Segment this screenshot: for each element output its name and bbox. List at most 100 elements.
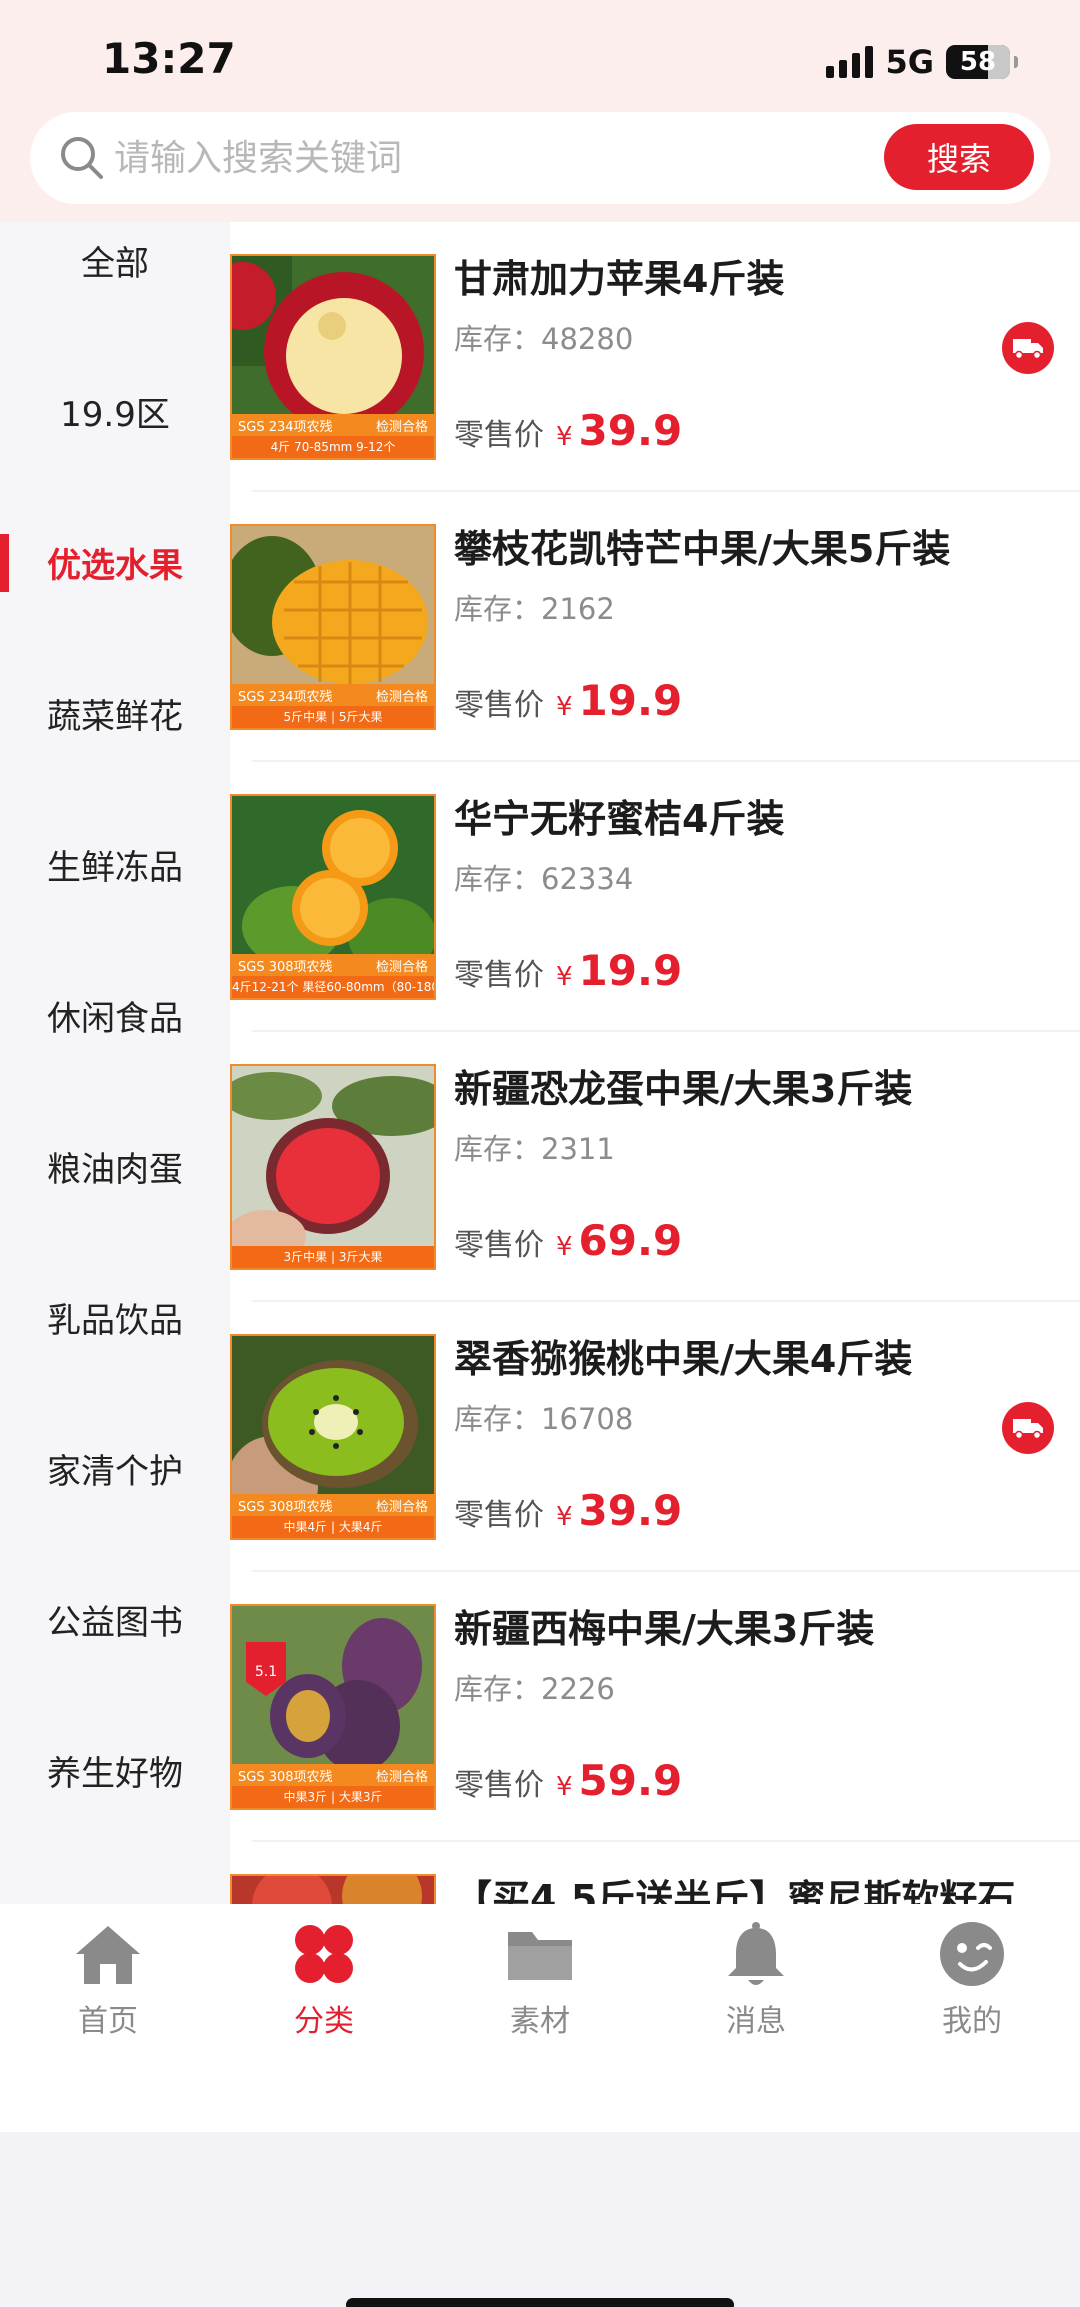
product-title: 新疆恐龙蛋中果/大果3斤装 [454, 1067, 913, 1111]
tab-profile[interactable]: 我的 [864, 1904, 1080, 2064]
price-row: 零售价 ¥ 59.9 [454, 1756, 682, 1805]
price-label: 零售价 [454, 688, 544, 723]
battery-level: 58 [959, 47, 997, 77]
sidebar-item-label: 全部 [81, 243, 149, 284]
product-title: 华宁无籽蜜桔4斤装 [454, 797, 785, 841]
sidebar-item-label: 优选水果 [47, 545, 183, 586]
sidebar-item-fruit[interactable]: 优选水果 [0, 522, 230, 602]
product-card[interactable]: 【买4.5斤送半斤】蜜尼斯软籽石 [230, 1842, 1080, 1904]
tab-label: 消息 [726, 2004, 786, 2039]
promo-tag: 5.1 [255, 1664, 277, 1680]
currency-symbol: ¥ [556, 1232, 573, 1262]
sidebar-item-grain-oil[interactable]: 粮油肉蛋 [0, 1126, 230, 1206]
sidebar-item-household[interactable]: 家清个护 [0, 1428, 230, 1508]
price-row: 零售价 ¥ 39.9 [454, 1486, 682, 1535]
image-caption: 中果3斤 | 大果3斤 [232, 1786, 434, 1808]
price-label: 零售价 [454, 1768, 544, 1803]
search-button[interactable]: 搜索 [884, 124, 1034, 190]
sidebar-item-all[interactable]: 全部 [0, 220, 230, 300]
category-icon [295, 1925, 353, 1983]
price-row: 零售价 ¥ 19.9 [454, 676, 682, 725]
sidebar-item-dairy-drinks[interactable]: 乳品饮品 [0, 1277, 230, 1357]
sidebar-item-label: 养生好物 [47, 1753, 183, 1794]
sidebar-item-label: 生鲜冻品 [47, 847, 183, 888]
product-card[interactable]: 3斤中果 | 3斤大果 新疆恐龙蛋中果/大果3斤装 库存：2311 零售价 ¥ … [230, 1032, 1080, 1302]
tab-materials[interactable]: 素材 [432, 1904, 648, 2064]
sidebar-item-label: 蔬菜鲜花 [47, 696, 183, 737]
product-card[interactable]: SGS 234项农残 检测合格 5斤中果 | 5斤大果 攀枝花凯特芒中果/大果5斤… [230, 492, 1080, 762]
image-caption: 3斤中果 | 3斤大果 [232, 1246, 434, 1268]
product-card[interactable]: SGS 308项农残 检测合格 中果4斤 | 大果4斤 翠香猕猴桃中果/大果4斤装… [230, 1302, 1080, 1572]
network-label: 5G [885, 43, 934, 81]
sidebar-item-books[interactable]: 公益图书 [0, 1579, 230, 1659]
product-price: 39.9 [578, 1486, 683, 1535]
product-title: 翠香猕猴桃中果/大果4斤装 [454, 1337, 913, 1381]
signal-icon [826, 46, 874, 78]
sidebar-item-vegetables[interactable]: 蔬菜鲜花 [0, 673, 230, 753]
delivery-truck-icon[interactable] [1002, 322, 1054, 374]
price-label: 零售价 [454, 418, 544, 453]
product-image: SGS 234项农残 检测合格 5斤中果 | 5斤大果 [230, 524, 436, 730]
folder-icon [508, 1932, 572, 1980]
price-row: 零售价 ¥ 39.9 [454, 406, 682, 455]
bottom-safe-area [0, 2132, 1080, 2307]
category-sidebar: 全部 19.9区 优选水果 蔬菜鲜花 生鲜冻品 休闲食品 粮油肉蛋 乳品饮品 家… [0, 222, 230, 1904]
product-title: 攀枝花凯特芒中果/大果5斤装 [454, 527, 951, 571]
delivery-truck-icon[interactable] [1002, 1402, 1054, 1454]
currency-symbol: ¥ [556, 1772, 573, 1802]
sidebar-item-label: 家清个护 [47, 1451, 183, 1492]
price-label: 零售价 [454, 1498, 544, 1533]
tab-label: 素材 [510, 2004, 570, 2039]
inspection-badge: SGS 234项农残 检测合格 [232, 414, 434, 436]
image-caption: 4斤 70-85mm 9-12个 [232, 436, 434, 458]
price-row: 零售价 ¥ 69.9 [454, 1216, 682, 1265]
battery-icon: 58 [946, 45, 1018, 79]
product-stock: 库存：16708 [454, 1402, 634, 1436]
product-price: 19.9 [578, 676, 683, 725]
sidebar-item-wellness[interactable]: 养生好物 [0, 1730, 230, 1810]
tab-home[interactable]: 首页 [0, 1904, 216, 2064]
inspection-badge: SGS 308项农残 检测合格 [232, 1494, 434, 1516]
product-price: 19.9 [578, 946, 683, 995]
product-stock: 库存：2311 [454, 1132, 615, 1166]
currency-symbol: ¥ [556, 692, 573, 722]
price-label: 零售价 [454, 958, 544, 993]
currency-symbol: ¥ [556, 422, 573, 452]
product-image: SGS 308项农残检测合格 4斤12-21个 果径60-80mm（80-180… [230, 794, 436, 1000]
image-caption: 5斤中果 | 5斤大果 [232, 706, 434, 728]
inspection-badge: SGS 308项农残 检测合格 [232, 954, 434, 976]
product-stock: 库存：62334 [454, 862, 634, 896]
bottom-tab-bar: 首页 分类 素材 消息 我的 [0, 1904, 1080, 2132]
product-price: 39.9 [578, 406, 683, 455]
product-title: 甘肃加力苹果4斤装 [454, 257, 785, 301]
product-price: 59.9 [578, 1756, 683, 1805]
product-title: 新疆西梅中果/大果3斤装 [454, 1607, 875, 1651]
sidebar-item-19-9[interactable]: 19.9区 [0, 371, 230, 451]
sidebar-item-fresh-frozen[interactable]: 生鲜冻品 [0, 824, 230, 904]
tab-messages[interactable]: 消息 [648, 1904, 864, 2064]
product-stock: 库存：2162 [454, 592, 615, 626]
product-card[interactable]: SGS 308项农残检测合格 4斤12-21个 果径60-80mm（80-180… [230, 762, 1080, 1032]
sidebar-item-label: 粮油肉蛋 [47, 1149, 183, 1190]
product-card[interactable]: SGS 234项农残 检测合格 4斤 70-85mm 9-12个 甘肃加力苹果4斤… [230, 222, 1080, 492]
search-bar[interactable]: 搜索 [30, 112, 1050, 204]
tab-category[interactable]: 分类 [216, 1904, 432, 2064]
image-caption: 中果4斤 | 大果4斤 [232, 1516, 434, 1538]
price-row: 零售价 ¥ 19.9 [454, 946, 682, 995]
tab-label: 首页 [78, 2004, 138, 2039]
tab-label: 我的 [942, 2004, 1002, 2039]
profile-icon [940, 1922, 1004, 1986]
home-indicator[interactable] [346, 2298, 734, 2307]
sidebar-item-label: 乳品饮品 [47, 1300, 183, 1341]
product-card[interactable]: 5.1 SGS 308项农残 检测合格 中果3斤 | 大果3斤 新疆西梅中果/大果… [230, 1572, 1080, 1842]
status-indicators: 5G 58 [826, 40, 1018, 84]
status-time: 13:27 [102, 34, 236, 83]
sidebar-item-snacks[interactable]: 休闲食品 [0, 975, 230, 1055]
price-label: 零售价 [454, 1228, 544, 1263]
product-image: 5.1 SGS 308项农残 检测合格 中果3斤 | 大果3斤 [230, 1604, 436, 1810]
product-price: 69.9 [578, 1216, 683, 1265]
search-input[interactable] [114, 128, 814, 188]
product-title: 【买4.5斤送半斤】蜜尼斯软籽石 [454, 1877, 1016, 1904]
sidebar-item-label: 19.9区 [60, 394, 170, 435]
tab-label: 分类 [294, 2004, 354, 2039]
